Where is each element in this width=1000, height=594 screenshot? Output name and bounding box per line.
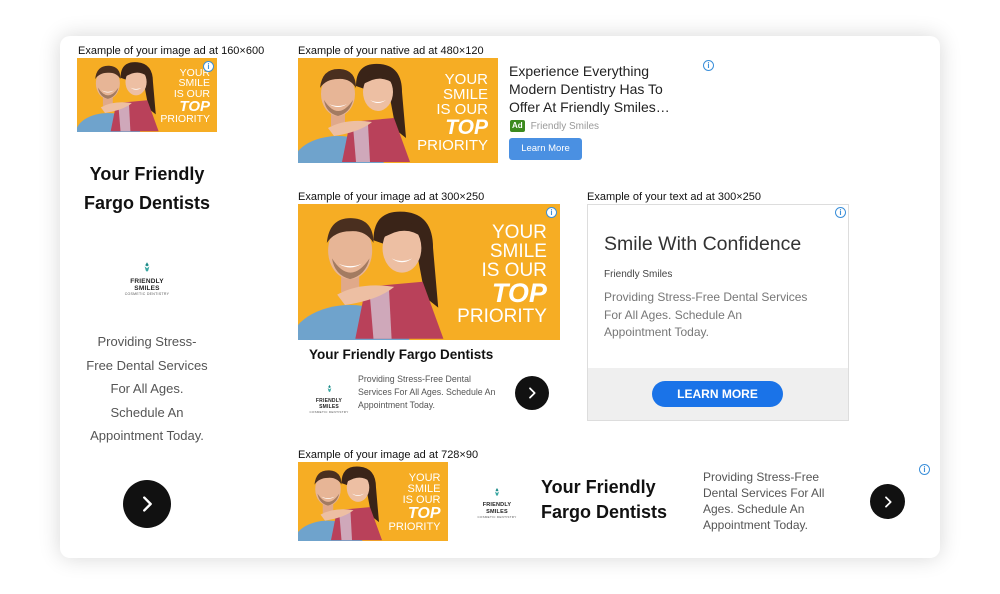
- tooth-icon: [492, 487, 502, 497]
- native-advertiser-row: Ad Friendly Smiles: [510, 120, 599, 132]
- desc-line: For All Ages.: [110, 381, 184, 397]
- logo-subtitle: COSMETIC DENTISTRY: [309, 410, 349, 414]
- ad728-headline: Your Friendly Fargo Dentists: [541, 475, 667, 525]
- promo-line: SMILE: [489, 241, 547, 263]
- promo-image-160[interactable]: YOUR SMILE IS OUR TOP PRIORITY i: [77, 58, 217, 132]
- headline-line: Your Friendly: [89, 164, 205, 184]
- advertiser-name: Friendly Smiles: [530, 120, 600, 132]
- info-icon[interactable]: i: [919, 464, 930, 475]
- text-ad-description: Providing Stress-Free Dental Services Fo…: [604, 289, 807, 342]
- desc-line: Appointment Today.: [90, 428, 204, 444]
- desc-line: Appointment Today.: [358, 400, 435, 410]
- text-ad-300: i Smile With Confidence Friendly Smiles …: [587, 204, 849, 421]
- tooth-icon: [141, 261, 153, 273]
- caption-image-300x250: Example of your image ad at 300×250: [298, 191, 485, 203]
- title-line: Offer At Friendly Smiles…: [509, 99, 670, 115]
- desc-line: Providing Stress-: [97, 334, 197, 349]
- info-icon[interactable]: i: [703, 60, 714, 71]
- caption-image-728x90: Example of your image ad at 728×90: [298, 449, 479, 461]
- desc-line: Schedule An: [110, 404, 184, 420]
- chevron-right-icon: [524, 385, 540, 401]
- info-icon[interactable]: i: [546, 207, 557, 218]
- native-title[interactable]: Experience Everything Modern Dentistry H…: [509, 62, 670, 116]
- promo-text: YOUR SMILE IS OUR TOP PRIORITY: [417, 71, 488, 155]
- desc-line: Providing Stress-Free: [703, 470, 820, 484]
- promo-text: YOUR SMILE IS OUR TOP PRIORITY: [160, 67, 210, 126]
- desc-line: Ages. Schedule An: [703, 502, 805, 516]
- desc-line: Providing Stress-Free Dental: [358, 374, 471, 384]
- promo-top: TOP: [445, 116, 488, 140]
- image300-headline: Your Friendly Fargo Dentists: [309, 347, 494, 362]
- promo-top: TOP: [407, 505, 441, 523]
- desc-line: Appointment Today.: [703, 518, 808, 532]
- title-line: Modern Dentistry Has To: [509, 81, 663, 97]
- friendly-smiles-logo: FRIENDLY SMILES COSMETIC DENTISTRY: [118, 260, 176, 296]
- promo-line: PRIORITY: [388, 521, 441, 534]
- learn-more-button[interactable]: LEARN MORE: [652, 381, 783, 407]
- promo-line: PRIORITY: [457, 306, 547, 328]
- promo-top: TOP: [491, 278, 547, 309]
- text-ad-headline[interactable]: Smile With Confidence: [604, 233, 801, 256]
- caption-native-480x120: Example of your native ad at 480×120: [298, 45, 484, 57]
- title-line: Experience Everything: [509, 63, 650, 79]
- next-arrow-button[interactable]: [515, 376, 549, 410]
- image300-description: Providing Stress-Free Dental Services Fo…: [358, 373, 495, 412]
- caption-160x600: Example of your image ad at 160×600: [78, 45, 265, 57]
- chevron-right-icon: [880, 494, 896, 510]
- promo-text: YOUR SMILE IS OUR TOP PRIORITY: [457, 220, 547, 329]
- friendly-smiles-logo: FRIENDLY SMILES COSMETIC DENTISTRY: [474, 484, 520, 519]
- logo-subtitle: COSMETIC DENTISTRY: [124, 292, 170, 296]
- desc-line: Dental Services For All: [703, 486, 825, 500]
- headline-line: Fargo Dentists: [541, 502, 668, 522]
- ad160-description: Providing Stress- Free Dental Services F…: [60, 330, 234, 448]
- desc-line: Providing Stress-Free Dental Services: [604, 290, 808, 304]
- promo-line: PRIORITY: [160, 113, 210, 126]
- promo-top: TOP: [179, 98, 210, 116]
- logo-name: SMILES: [134, 285, 160, 292]
- info-icon[interactable]: i: [203, 61, 214, 72]
- logo-subtitle: COSMETIC DENTISTRY: [477, 515, 517, 519]
- next-arrow-button[interactable]: [870, 484, 905, 519]
- logo-name: FRIENDLY: [130, 278, 164, 285]
- couple-photo-icon: [298, 204, 480, 340]
- promo-image-300[interactable]: YOUR SMILE IS OUR TOP PRIORITY i: [298, 204, 560, 340]
- promo-line: YOUR: [492, 222, 547, 244]
- promo-line: YOUR: [444, 71, 488, 89]
- next-arrow-button[interactable]: [123, 480, 171, 528]
- text-ad-footer: LEARN MORE: [588, 368, 848, 420]
- desc-line: For All Ages. Schedule An: [604, 307, 743, 322]
- headline-line: Your Friendly: [541, 477, 656, 497]
- tooth-icon: [325, 384, 334, 393]
- chevron-right-icon: [136, 493, 158, 515]
- headline-line: Fargo Dentists: [83, 193, 211, 213]
- promo-line: IS OUR: [436, 101, 488, 119]
- promo-line: SMILE: [442, 86, 488, 104]
- desc-line: Services For All Ages. Schedule An: [358, 387, 496, 397]
- promo-image-728[interactable]: YOUR SMILE IS OUR TOP PRIORITY: [298, 462, 448, 541]
- info-icon[interactable]: i: [835, 207, 846, 218]
- promo-image-native[interactable]: YOUR SMILE IS OUR TOP PRIORITY: [298, 58, 498, 163]
- promo-text: YOUR SMILE IS OUR TOP PRIORITY: [389, 471, 441, 534]
- ad160-headline: Your Friendly Fargo Dentists: [60, 160, 234, 218]
- promo-line: PRIORITY: [417, 137, 488, 155]
- friendly-smiles-logo: FRIENDLY SMILES COSMETIC DENTISTRY: [308, 380, 350, 414]
- text-ad-advertiser: Friendly Smiles: [604, 269, 673, 280]
- couple-photo-icon: [298, 462, 403, 541]
- ad-examples-panel: Example of your image ad at 160×600 YOUR…: [60, 36, 940, 558]
- desc-line: Free Dental Services: [86, 357, 208, 373]
- learn-more-button[interactable]: Learn More: [509, 138, 582, 160]
- desc-line: Appointment Today.: [604, 325, 709, 339]
- ad-badge: Ad: [510, 120, 525, 132]
- ad728-description: Providing Stress-Free Dental Services Fo…: [703, 469, 824, 533]
- caption-text-300x250: Example of your text ad at 300×250: [587, 191, 761, 203]
